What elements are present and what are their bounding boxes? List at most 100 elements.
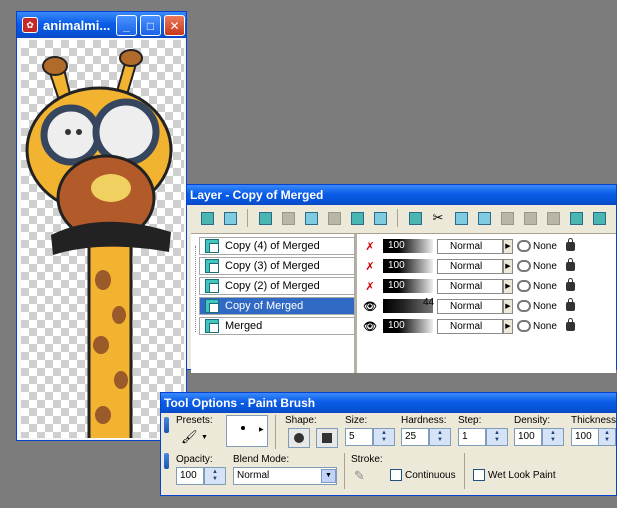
merge-icon[interactable] xyxy=(497,208,517,228)
chevron-down-icon[interactable]: ▼ xyxy=(321,469,336,483)
image-window-titlebar[interactable]: ✿ animalmi... _ □ ✕ xyxy=(17,12,186,38)
opacity-slider[interactable]: 100 xyxy=(383,259,433,273)
layer-name: Copy (2) of Merged xyxy=(225,280,320,292)
raster-layer-icon xyxy=(205,279,219,293)
shape-label: Shape: xyxy=(285,415,317,426)
close-button[interactable]: ✕ xyxy=(164,15,185,36)
layer-properties-icon[interactable] xyxy=(255,208,275,228)
layer-name: Copy of Merged xyxy=(225,300,304,312)
chevron-right-icon[interactable]: ▶ xyxy=(259,426,264,433)
stroke-icon[interactable]: ✎ xyxy=(354,468,365,484)
delete-mask-icon[interactable] xyxy=(520,208,540,228)
continuous-checkbox[interactable] xyxy=(390,469,402,481)
palette-grip[interactable] xyxy=(164,453,169,469)
presets-label: Presets: xyxy=(176,415,213,426)
app-icon: ✿ xyxy=(22,17,38,33)
separator xyxy=(344,453,345,489)
layer-row[interactable]: Copy (3) of Merged xyxy=(199,257,355,275)
link-chain-icon[interactable] xyxy=(517,280,531,292)
lock-icon[interactable] xyxy=(566,257,575,271)
eye-icon[interactable]: 👁 xyxy=(361,320,379,333)
move-down-icon[interactable] xyxy=(566,208,586,228)
layer-color-icon[interactable] xyxy=(405,208,425,228)
thickness-input[interactable]: 100 xyxy=(571,428,599,446)
hardness-input[interactable]: 25 xyxy=(401,428,429,446)
link-set-value: None xyxy=(533,240,557,252)
cut-icon[interactable]: ✂ xyxy=(428,208,448,228)
layer-row[interactable]: Copy (4) of Merged xyxy=(199,237,355,255)
lock-icon[interactable] xyxy=(566,237,575,251)
copy-icon[interactable] xyxy=(451,208,471,228)
link-chain-icon[interactable] xyxy=(517,240,531,252)
link-chain-icon[interactable] xyxy=(517,300,531,312)
layer-palette[interactable]: Layer - Copy of Merged ✂ Copy (4) of Mer… xyxy=(186,184,617,373)
link-set-value: None xyxy=(533,300,557,312)
blend-mode-select[interactable]: Normal xyxy=(437,238,503,254)
palette-grip[interactable] xyxy=(164,417,169,433)
link-set-value: None xyxy=(533,320,557,332)
opacity-value: 44 xyxy=(423,297,435,308)
chevron-right-icon[interactable]: ▶ xyxy=(503,318,513,334)
eye-icon[interactable]: 👁 xyxy=(361,300,379,313)
layer-list[interactable]: Copy (4) of Merged Copy (3) of Merged Co… xyxy=(191,233,616,373)
step-spinner[interactable]: ▲ ▼ xyxy=(486,428,508,446)
chevron-right-icon[interactable]: ▶ xyxy=(503,258,513,274)
link-chain-icon[interactable] xyxy=(517,260,531,272)
new-layer-group-icon[interactable] xyxy=(220,208,240,228)
thickness-spinner[interactable]: ▲ ▼ xyxy=(598,428,616,446)
new-raster-layer-icon[interactable] xyxy=(197,208,217,228)
minimize-button[interactable]: _ xyxy=(116,15,137,36)
opacity-slider[interactable]: 100 xyxy=(383,279,433,293)
wet-look-checkbox[interactable] xyxy=(473,469,485,481)
visibility-off-icon[interactable]: ✗ xyxy=(361,240,379,253)
opacity-slider[interactable]: 100 xyxy=(383,319,433,333)
tool-options-palette[interactable]: Tool Options - Paint Brush Presets: 🖌 ▼ … xyxy=(160,392,617,496)
maximize-button[interactable]: □ xyxy=(140,15,161,36)
layer-row[interactable]: Merged xyxy=(199,317,355,335)
lock-icon[interactable] xyxy=(566,297,575,311)
lock-icon[interactable] xyxy=(566,317,575,331)
opacity-spinner[interactable]: ▲ ▼ xyxy=(204,467,226,485)
density-input[interactable]: 100 xyxy=(514,428,542,446)
brush-preset-icon[interactable]: 🖌 xyxy=(181,429,198,445)
tool-options-titlebar[interactable]: Tool Options - Paint Brush xyxy=(161,393,616,413)
blend-mode-select[interactable]: Normal xyxy=(437,258,503,274)
chevron-right-icon[interactable]: ▶ xyxy=(503,278,513,294)
new-adjustment-layer-icon[interactable] xyxy=(278,208,298,228)
visibility-off-icon[interactable]: ✗ xyxy=(361,280,379,293)
visibility-off-icon[interactable]: ✗ xyxy=(361,260,379,273)
image-window[interactable]: ✿ animalmi... _ □ ✕ xyxy=(16,11,187,441)
opacity-input[interactable]: 100 xyxy=(176,467,204,485)
hardness-spinner[interactable]: ▲ ▼ xyxy=(429,428,451,446)
link-icon[interactable] xyxy=(543,208,563,228)
lock-icon[interactable] xyxy=(566,277,575,291)
size-spinner[interactable]: ▲ ▼ xyxy=(373,428,395,446)
size-input[interactable]: 5 xyxy=(345,428,373,446)
raster-layer-icon xyxy=(205,319,219,333)
square-shape-button[interactable] xyxy=(316,428,338,448)
chevron-right-icon[interactable]: ▶ xyxy=(503,238,513,254)
link-set-value: None xyxy=(533,260,557,272)
blend-mode-select[interactable]: Normal xyxy=(437,298,503,314)
chevron-right-icon[interactable]: ▶ xyxy=(503,298,513,314)
blend-mode-select[interactable]: Normal xyxy=(437,278,503,294)
layer-row[interactable]: Copy of Merged xyxy=(199,297,355,315)
layer-name: Copy (4) of Merged xyxy=(225,240,320,252)
density-spinner[interactable]: ▲ ▼ xyxy=(542,428,564,446)
opacity-slider[interactable]: 100 xyxy=(383,239,433,253)
move-up-icon[interactable] xyxy=(589,208,609,228)
new-mask-layer-icon[interactable] xyxy=(301,208,321,228)
step-input[interactable]: 1 xyxy=(458,428,486,446)
paste-icon[interactable] xyxy=(474,208,494,228)
layer-palette-titlebar[interactable]: Layer - Copy of Merged xyxy=(187,185,616,205)
link-chain-icon[interactable] xyxy=(517,320,531,332)
layer-props-row: ✗ 100 Normal ▶ None xyxy=(361,277,611,295)
layer-row[interactable]: Copy (2) of Merged xyxy=(199,277,355,295)
duplicate-layer-icon[interactable] xyxy=(347,208,367,228)
new-vector-layer-icon[interactable] xyxy=(324,208,344,228)
promote-layer-icon[interactable] xyxy=(370,208,390,228)
round-shape-button[interactable] xyxy=(288,428,310,448)
image-canvas[interactable] xyxy=(21,40,184,438)
chevron-down-icon[interactable]: ▼ xyxy=(201,434,208,441)
blend-mode-select[interactable]: Normal xyxy=(437,318,503,334)
